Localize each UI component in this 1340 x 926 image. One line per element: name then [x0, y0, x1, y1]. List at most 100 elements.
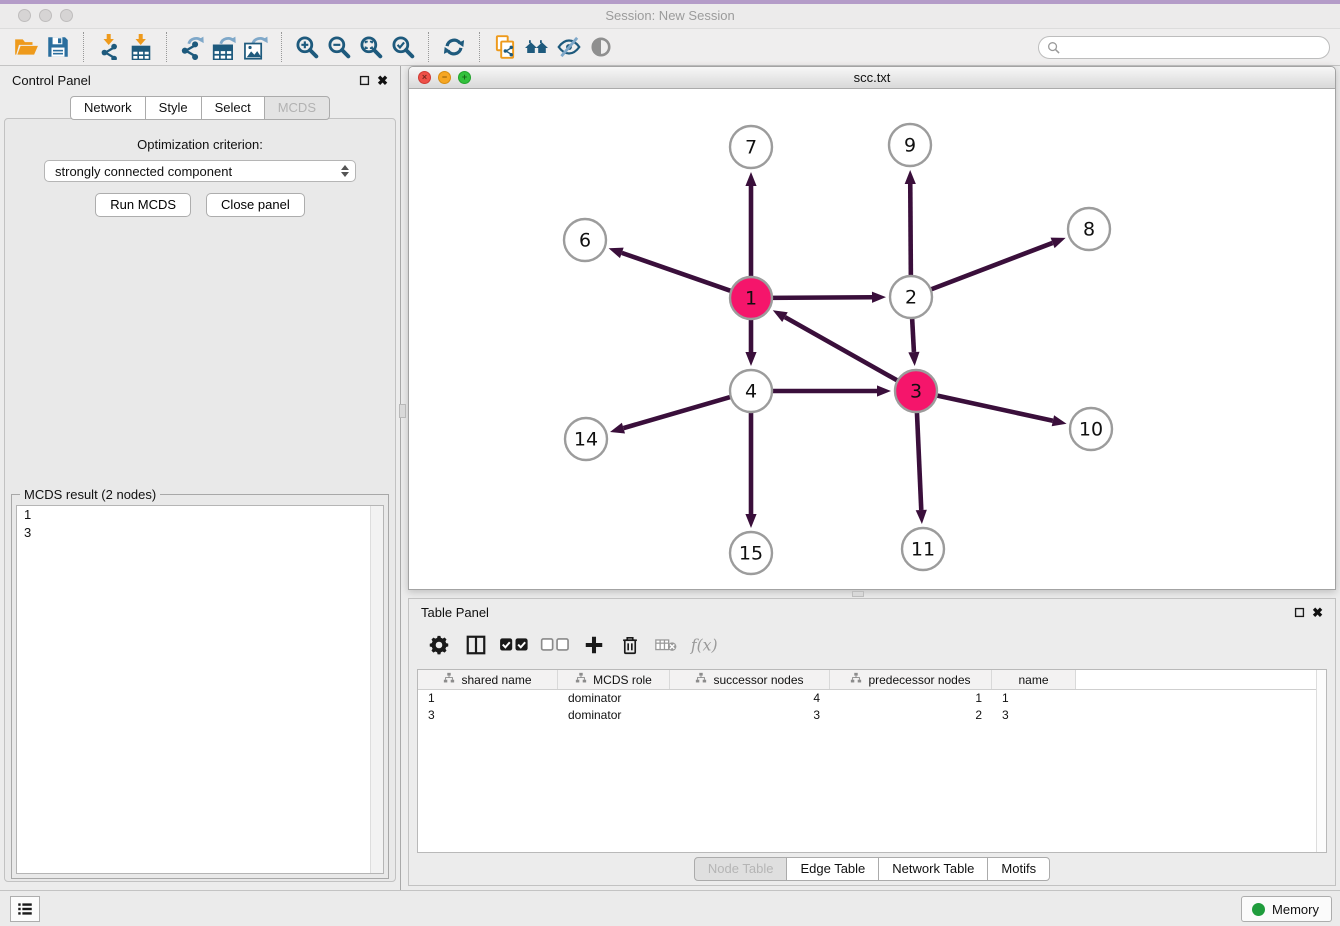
table-row[interactable]: 3dominator323: [418, 707, 1326, 724]
graph-edge-3-10[interactable]: [935, 395, 1067, 426]
column-header-shared-name[interactable]: shared name: [418, 670, 558, 689]
float-panel-icon[interactable]: [359, 75, 370, 86]
vertical-splitter-grip[interactable]: [399, 404, 406, 418]
control-tab-mcds[interactable]: MCDS: [264, 96, 330, 120]
zoom-fit-button[interactable]: [355, 32, 387, 62]
column-header-name[interactable]: name: [992, 670, 1076, 689]
svg-text:4: 4: [745, 381, 757, 403]
trash-button[interactable]: [617, 632, 643, 658]
table-tab-edge-table[interactable]: Edge Table: [786, 857, 879, 881]
zoom-out-button[interactable]: [323, 32, 355, 62]
export-table-button[interactable]: [208, 32, 240, 62]
graph-node-6[interactable]: 6: [564, 219, 606, 261]
show-eye-button[interactable]: [585, 32, 617, 62]
search-input[interactable]: [1065, 39, 1321, 55]
fx-button[interactable]: f(x): [689, 632, 722, 658]
table-tab-motifs[interactable]: Motifs: [987, 857, 1050, 881]
table-close-icon[interactable]: ✖: [1312, 607, 1323, 618]
plus-button[interactable]: [581, 632, 607, 658]
graph-edge-1-4[interactable]: [745, 317, 756, 366]
network-canvas[interactable]: 7 9 6 8 1 2 4 3 14 10 15 11: [409, 89, 1335, 589]
network-minimize-button[interactable]: −: [438, 71, 451, 84]
export-network-button[interactable]: [176, 32, 208, 62]
gear-button[interactable]: [427, 632, 453, 658]
table-float-icon[interactable]: [1294, 607, 1305, 618]
close-panel-icon[interactable]: ✖: [377, 75, 388, 86]
graph-node-9[interactable]: 9: [889, 124, 931, 166]
hide-eye-button[interactable]: [553, 32, 585, 62]
close-window-button[interactable]: [18, 9, 31, 22]
graph-node-3[interactable]: 3: [895, 370, 937, 412]
graph-node-11[interactable]: 11: [902, 528, 944, 570]
import-table-button[interactable]: [125, 32, 157, 62]
home-button[interactable]: [521, 32, 553, 62]
graph-node-14[interactable]: 14: [565, 418, 607, 460]
table-scrollbar[interactable]: [1316, 670, 1326, 852]
node-table: shared nameMCDS rolesuccessor nodesprede…: [417, 669, 1327, 853]
svg-text:3: 3: [910, 381, 922, 403]
graph-edge-3-11[interactable]: [916, 410, 927, 524]
search-box[interactable]: [1038, 36, 1330, 59]
refresh-button[interactable]: [438, 32, 470, 62]
criterion-select[interactable]: strongly connected component: [44, 160, 356, 182]
network-view-window: × − + scc.txt 7 9 6 8 1 2 4 3 14 10 15 11: [408, 66, 1336, 590]
graph-node-15[interactable]: 15: [730, 532, 772, 574]
horizontal-splitter[interactable]: [408, 590, 1336, 598]
graph-node-4[interactable]: 4: [730, 370, 772, 412]
import-network-button[interactable]: [93, 32, 125, 62]
result-scrollbar[interactable]: [370, 506, 383, 873]
column-header-MCDS-role[interactable]: MCDS role: [558, 670, 670, 689]
graph-node-7[interactable]: 7: [730, 126, 772, 168]
table-tab-network-table[interactable]: Network Table: [878, 857, 988, 881]
graph-edge-4-14[interactable]: [610, 396, 733, 433]
zoom-selected-button[interactable]: [387, 32, 419, 62]
graph-edge-1-7[interactable]: [745, 172, 756, 279]
svg-text:2: 2: [905, 287, 917, 309]
delete-table-button[interactable]: [653, 632, 679, 658]
column-header-successor-nodes[interactable]: successor nodes: [670, 670, 830, 689]
task-history-button[interactable]: [10, 896, 40, 922]
minimize-window-button[interactable]: [39, 9, 52, 22]
table-cell: 3: [418, 707, 558, 724]
graph-node-8[interactable]: 8: [1068, 208, 1110, 250]
check-all-button[interactable]: [499, 632, 530, 658]
close-panel-button[interactable]: Close panel: [206, 193, 305, 217]
optimization-label: Optimization criterion:: [5, 137, 395, 152]
graph-edge-2-8[interactable]: [929, 238, 1066, 291]
graph-edge-1-2[interactable]: [770, 292, 886, 303]
mcds-result-textarea[interactable]: 13: [16, 505, 384, 874]
control-panel: Control Panel ✖ NetworkStyleSelectMCDS O…: [0, 66, 401, 890]
control-tab-select[interactable]: Select: [201, 96, 265, 120]
svg-text:9: 9: [904, 135, 916, 157]
maximize-window-button[interactable]: [60, 9, 73, 22]
control-tab-network[interactable]: Network: [70, 96, 146, 120]
graph-edge-4-3[interactable]: [770, 385, 891, 396]
horizontal-splitter-grip[interactable]: [852, 591, 864, 597]
graph-edge-1-6[interactable]: [609, 248, 733, 292]
graph-node-10[interactable]: 10: [1070, 408, 1112, 450]
open-folder-button[interactable]: [10, 32, 42, 62]
run-mcds-button[interactable]: Run MCDS: [95, 193, 191, 217]
graph-edge-2-9[interactable]: [905, 170, 916, 278]
table-cell: 1: [418, 690, 558, 707]
network-close-button[interactable]: ×: [418, 71, 431, 84]
control-tab-style[interactable]: Style: [145, 96, 202, 120]
uncheck-all-button[interactable]: [540, 632, 571, 658]
table-row[interactable]: 1dominator411: [418, 690, 1326, 707]
memory-button[interactable]: Memory: [1241, 896, 1332, 922]
columns-button[interactable]: [463, 632, 489, 658]
save-button[interactable]: [42, 32, 74, 62]
graph-edge-4-15[interactable]: [745, 410, 756, 528]
table-cell: dominator: [558, 690, 670, 707]
zoom-in-button[interactable]: [291, 32, 323, 62]
network-window-titlebar[interactable]: × − + scc.txt: [409, 67, 1335, 89]
export-image-button[interactable]: [240, 32, 272, 62]
column-header-predecessor-nodes[interactable]: predecessor nodes: [830, 670, 992, 689]
graph-edge-2-3[interactable]: [908, 316, 919, 366]
graph-node-2[interactable]: 2: [890, 276, 932, 318]
network-zoom-button[interactable]: +: [458, 71, 471, 84]
table-tab-node-table[interactable]: Node Table: [694, 857, 788, 881]
copy-network-button[interactable]: [489, 32, 521, 62]
graph-edge-3-1[interactable]: [773, 310, 900, 381]
graph-node-1[interactable]: 1: [730, 277, 772, 319]
